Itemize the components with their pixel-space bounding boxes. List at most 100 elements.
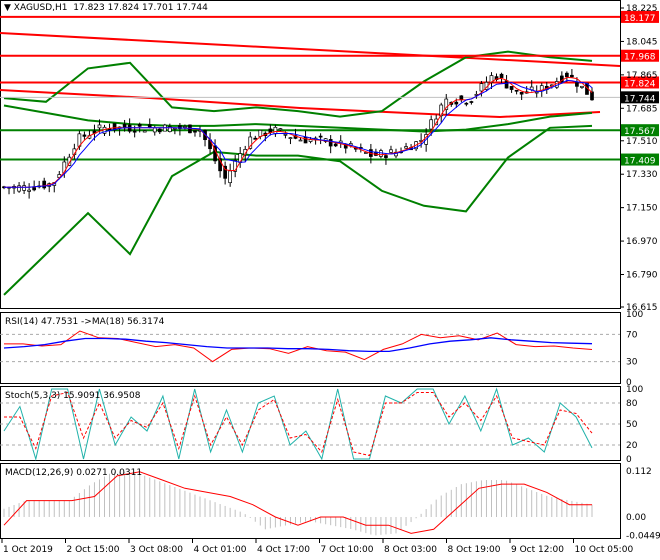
- candle-body: [389, 149, 393, 153]
- rsi-label: RSI(14) 47.7531 ->MA(18) 56.3174: [5, 317, 165, 327]
- macd-tick-label: 0.00: [626, 513, 646, 523]
- time-label: 10 Oct 05:00: [575, 545, 634, 555]
- candle-body: [147, 124, 152, 128]
- stoch-label: Stoch(5,3,3) 15.9091 36.9508: [5, 391, 141, 401]
- time-label: 4 Oct 01:00: [194, 545, 247, 555]
- level-price-label: 17.567: [624, 127, 656, 137]
- candle-body: [303, 136, 308, 144]
- candle-body: [479, 83, 484, 92]
- candle-body: [570, 74, 574, 78]
- rsi-ma-line: [3, 337, 593, 353]
- rsi-line: [4, 330, 593, 363]
- candle-body: [363, 152, 368, 154]
- candle-body: [193, 130, 197, 133]
- trend-line-red: [0, 32, 621, 67]
- candle-body: [509, 86, 514, 90]
- candle-body: [580, 85, 584, 88]
- candle-body: [42, 180, 47, 189]
- fast-ma: [4, 76, 593, 188]
- symbol-header: ▼ XAGUSD,H1 17.823 17.824 17.701 17.744: [4, 3, 208, 13]
- candle-body: [97, 124, 102, 129]
- candle-body: [273, 126, 278, 135]
- time-label: 4 Oct 17:00: [257, 545, 310, 555]
- candle-body: [565, 72, 569, 78]
- candle-body: [142, 130, 147, 133]
- price-tick-label: 17.150: [626, 204, 658, 214]
- open-value: 17.823: [73, 3, 105, 13]
- level-price-label: 18.177: [624, 14, 656, 24]
- stoch-tick-label: 50: [626, 420, 638, 430]
- candle-body: [278, 128, 283, 131]
- candle-body: [519, 91, 524, 95]
- low-value: 17.701: [142, 3, 174, 13]
- dropdown-triangle-icon[interactable]: ▼: [4, 3, 11, 13]
- candle-body: [534, 91, 539, 94]
- macd-signal-line: [3, 471, 592, 534]
- candle-body: [459, 95, 464, 101]
- candle-body: [328, 139, 333, 147]
- candle-body: [283, 133, 288, 136]
- time-label: 1 Oct 2019: [3, 545, 53, 555]
- candle-body: [157, 128, 162, 133]
- price-tick-label: 18.045: [626, 37, 658, 47]
- stoch-tick-label: 80: [626, 399, 638, 409]
- rsi-tick-label: 70: [626, 330, 638, 340]
- macd-tick-label: 0.112: [626, 467, 652, 477]
- candle-body: [504, 80, 509, 89]
- rsi-tick-label: 100: [626, 310, 643, 320]
- candle-body: [298, 139, 303, 142]
- candle-body: [228, 170, 233, 184]
- candle-body: [429, 119, 434, 130]
- candle-body: [32, 187, 37, 191]
- symbol-label: XAGUSD,H1: [13, 3, 68, 13]
- candle-body: [183, 126, 187, 128]
- candle-body: [22, 185, 26, 191]
- close-value: 17.744: [176, 3, 208, 13]
- price-tick-label: 18.225: [626, 4, 658, 14]
- moving-average-red: [0, 89, 601, 119]
- chart-window[interactable]: 18.177 17.968 17.824 17.567 17.409 17.744 RSI…: [0, 0, 660, 560]
- candle-body: [499, 73, 504, 78]
- candle-body: [464, 102, 469, 105]
- price-tick-label: 17.330: [626, 170, 658, 180]
- time-label: 9 Oct 12:00: [511, 545, 564, 555]
- candle-body: [469, 101, 474, 103]
- candle-body: [152, 127, 157, 133]
- candle-body: [318, 135, 323, 138]
- candle-body: [27, 189, 31, 192]
- stoch-tick-label: 0: [626, 455, 632, 465]
- price-tick-label: 16.790: [626, 271, 658, 281]
- candle-body: [514, 89, 519, 92]
- candle-body: [258, 130, 263, 137]
- slow-ma: [4, 79, 593, 188]
- chart-canvas[interactable]: 18.177 17.968 17.824 17.567 17.409 17.744 RSI…: [0, 0, 660, 560]
- candle-body: [590, 91, 594, 101]
- candle-body: [137, 124, 142, 127]
- high-value: 17.824: [107, 3, 140, 13]
- level-price-label: 17.824: [624, 79, 656, 89]
- price-tick-label: 16.970: [626, 237, 658, 247]
- macd-label: MACD(12,26,9) 0.0271 0.0311: [5, 468, 142, 478]
- time-label: 3 Oct 08:00: [130, 545, 183, 555]
- candle-body: [404, 146, 408, 149]
- price-tick-label: 17.865: [626, 71, 658, 81]
- bollinger-lower: [3, 124, 593, 296]
- level-price-label: 17.409: [624, 157, 656, 167]
- candle-body: [132, 130, 137, 133]
- price-tick-label: 17.685: [626, 104, 658, 114]
- candle-body: [333, 143, 338, 147]
- stoch-tick-label: 100: [626, 385, 643, 395]
- candle-body: [575, 82, 579, 87]
- candle-body: [288, 137, 293, 139]
- current-price-label: 17.744: [624, 94, 656, 104]
- time-label: 2 Oct 15:00: [67, 545, 120, 555]
- bollinger-upper: [3, 50, 593, 118]
- candle-body: [82, 134, 87, 137]
- level-price-label: 17.968: [624, 53, 656, 63]
- bollinger-middle: [3, 104, 593, 133]
- stoch-tick-label: 20: [626, 441, 638, 451]
- candle-body: [454, 101, 459, 105]
- macd-tick-label: -0.0449: [626, 531, 660, 541]
- candle-body: [253, 137, 258, 140]
- price-tick-label: 17.510: [626, 137, 658, 147]
